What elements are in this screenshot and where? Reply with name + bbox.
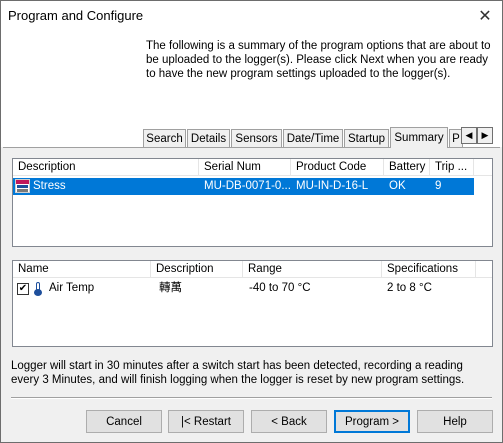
logger-row[interactable]: Stress MU-DB-0071-0... MU-IN-D-16-L OK 9 [13, 178, 474, 195]
sensor-checkbox[interactable]: ✔ [17, 283, 29, 295]
logger-trip: 9 [435, 180, 442, 192]
logging-summary-text: Logger will start in 30 minutes after a … [11, 360, 465, 386]
logger-battery: OK [389, 180, 406, 192]
logger-list[interactable]: Description Serial Num Product Code Batt… [12, 158, 493, 247]
tab-strip: Search Details Sensors Date/Time Startup… [143, 127, 503, 148]
restart-button[interactable]: |< Restart [168, 410, 244, 433]
tab-sensors[interactable]: Sensors [231, 129, 282, 147]
tab-startup[interactable]: Startup [344, 129, 389, 147]
tab-scroll-right-icon[interactable]: ▶ [477, 127, 493, 144]
sensor-range: -40 to 70 °C [249, 282, 311, 294]
sensor-row[interactable]: ✔ Air Temp 轉萬 -40 to 70 °C 2 to 8 °C [13, 280, 492, 297]
divider [11, 397, 492, 399]
program-button[interactable]: Program > [334, 410, 410, 433]
logger-icon [15, 179, 30, 193]
title-bar: Program and Configure ✕ [1, 1, 502, 31]
logger-product-code: MU-IN-D-16-L [296, 180, 369, 192]
col-serial-num[interactable]: Serial Num [199, 159, 291, 176]
tab-scroll-left-icon[interactable]: ◀ [461, 127, 477, 144]
col-trip[interactable]: Trip ... [430, 159, 474, 176]
sensor-specifications: 2 to 8 °C [387, 282, 432, 294]
close-icon[interactable]: ✕ [474, 5, 496, 27]
tab-search[interactable]: Search [143, 129, 186, 147]
logger-serial: MU-DB-0071-0... [204, 180, 290, 192]
tab-date-time[interactable]: Date/Time [283, 129, 343, 147]
sensor-description: 轉萬 [159, 282, 182, 294]
col-name[interactable]: Name [13, 261, 151, 278]
sensor-name: Air Temp [49, 282, 95, 294]
logger-list-header: Description Serial Num Product Code Batt… [13, 159, 492, 176]
col-range[interactable]: Range [243, 261, 382, 278]
help-button[interactable]: Help [417, 410, 493, 433]
sensor-list[interactable]: Name Description Range Specifications ✔ … [12, 260, 493, 347]
col-battery[interactable]: Battery [384, 159, 430, 176]
tab-summary[interactable]: Summary [390, 127, 448, 148]
intro-text: The following is a summary of the progra… [146, 40, 491, 80]
window-title: Program and Configure [8, 8, 144, 23]
sensor-list-header: Name Description Range Specifications [13, 261, 492, 278]
program-configure-dialog: Program and Configure ✕ The following is… [0, 0, 503, 443]
back-button[interactable]: < Back [251, 410, 327, 433]
tab-details[interactable]: Details [187, 129, 230, 147]
logger-description: Stress [33, 180, 66, 192]
col-description[interactable]: Description [13, 159, 199, 176]
thermometer-icon [34, 282, 42, 296]
col-specifications[interactable]: Specifications [382, 261, 476, 278]
cancel-button[interactable]: Cancel [86, 410, 162, 433]
col-sensor-description[interactable]: Description [151, 261, 243, 278]
col-product-code[interactable]: Product Code [291, 159, 384, 176]
